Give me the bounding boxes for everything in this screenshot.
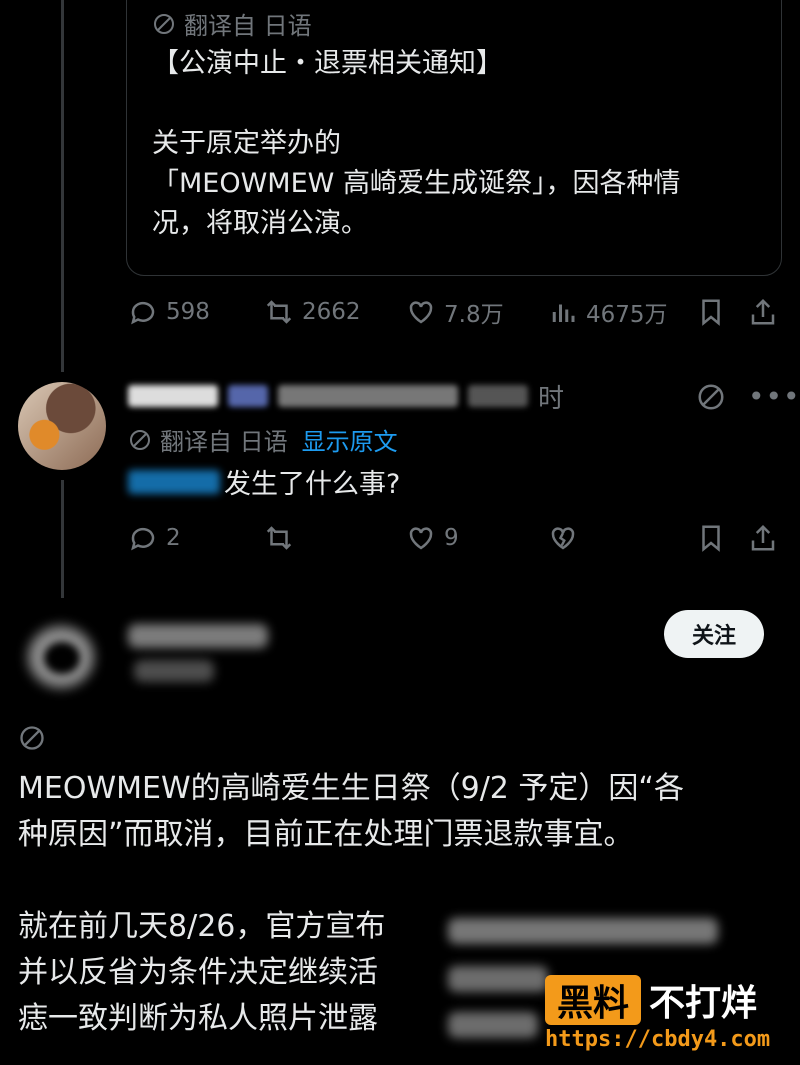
watermark-url: https://cbdy4.com: [545, 1027, 771, 1052]
obscured-text: [448, 1006, 548, 1042]
share-icon: [751, 298, 775, 325]
show-original-link[interactable]: 显示原文: [302, 422, 398, 457]
broken-heart-icon: [551, 527, 575, 550]
bookmark-button[interactable]: [696, 523, 748, 553]
views-count: 4675万: [586, 302, 668, 328]
reply-action-bar: 2 9: [128, 518, 778, 558]
thread-line-top: [61, 0, 64, 372]
reply-avatar[interactable]: [18, 382, 106, 470]
share-button[interactable]: [748, 523, 778, 553]
like-count: 7.8万: [444, 302, 504, 328]
reply-text: 发生了什么事?: [224, 469, 401, 500]
reply-count: 598: [166, 299, 210, 325]
repost-button[interactable]: 2662: [264, 297, 406, 327]
watermark-text: 不打烊: [649, 983, 758, 1024]
views-button[interactable]: 4675万: [548, 295, 696, 329]
watermark-box: 黑料: [545, 975, 641, 1025]
bookmark-icon: [702, 525, 720, 552]
like-button[interactable]: 9: [406, 523, 548, 553]
thread-line-bottom: [61, 480, 64, 598]
bookmark-button[interactable]: [696, 297, 748, 327]
more-options-button[interactable]: •••: [748, 380, 800, 413]
mention-link[interactable]: [128, 469, 220, 494]
post-author-avatar[interactable]: [24, 620, 100, 696]
translate-icon: [130, 429, 150, 450]
repost-icon: [266, 526, 292, 550]
share-button[interactable]: [748, 297, 778, 327]
translate-icon: [20, 726, 44, 750]
translated-from-row: 翻译自 日语: [152, 6, 312, 41]
reply-icon: [131, 527, 155, 551]
reply-time: 时: [538, 383, 565, 414]
like-count: 9: [444, 525, 459, 551]
heart-icon: [409, 301, 433, 324]
reply-translated-row: 翻译自 日语 显示原文: [128, 422, 398, 457]
reply-button[interactable]: 2: [128, 523, 264, 553]
quoted-post-text: 【公演中止・退票相关通知】 关于原定举办的 「MEOWMEW 高崎爱生成诞祭」，…: [152, 48, 681, 239]
post-action-bar: 598 2662 7.8万 4675万: [128, 292, 778, 332]
post-author-name[interactable]: [128, 620, 278, 690]
repost-button[interactable]: [264, 523, 406, 553]
reply-icon: [131, 301, 155, 325]
analytics-icon: [552, 304, 575, 322]
translate-icon[interactable]: [696, 382, 726, 412]
dislike-button[interactable]: [548, 523, 696, 553]
reply-count: 2: [166, 525, 181, 551]
reply-body: 发生了什么事?: [128, 462, 400, 501]
translated-label: 翻译自 日语: [184, 12, 312, 40]
watermark: 黑料 不打烊 https://cbdy4.com: [545, 975, 795, 1055]
repost-count: 2662: [302, 299, 361, 325]
reply-button[interactable]: 598: [128, 297, 264, 327]
share-icon: [751, 524, 775, 551]
repost-icon: [266, 300, 292, 324]
follow-button[interactable]: 关注: [664, 610, 764, 658]
like-button[interactable]: 7.8万: [406, 295, 548, 329]
obscured-text: [448, 912, 718, 948]
bookmark-icon: [702, 299, 720, 326]
heart-icon: [409, 527, 433, 550]
translate-icon: [154, 13, 174, 34]
translated-label: 翻译自 日语: [160, 428, 288, 456]
reply-author-name[interactable]: 时: [128, 380, 578, 414]
